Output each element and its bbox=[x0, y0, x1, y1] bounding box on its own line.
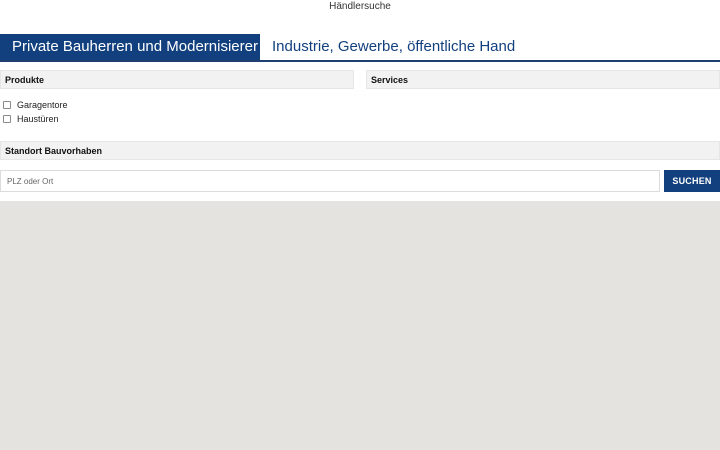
dealer-search-page: Händlersuche Private Bauherren und Moder… bbox=[0, 0, 720, 450]
tab-private-builders[interactable]: Private Bauherren und Modernisierer bbox=[0, 34, 260, 60]
tab-industry-commercial[interactable]: Industrie, Gewerbe, öffentliche Hand bbox=[272, 34, 515, 60]
garage-doors-checkbox[interactable] bbox=[3, 101, 11, 109]
product-option-front-doors[interactable]: Haustüren bbox=[3, 113, 59, 125]
services-heading: Services bbox=[366, 70, 720, 89]
garage-doors-label: Garagentore bbox=[17, 100, 68, 110]
front-doors-label: Haustüren bbox=[17, 114, 59, 124]
page-title: Händlersuche bbox=[329, 1, 391, 12]
products-heading: Produkte bbox=[0, 70, 354, 89]
map-area[interactable] bbox=[0, 201, 720, 450]
location-search-input[interactable] bbox=[0, 170, 660, 192]
product-option-garage-doors[interactable]: Garagentore bbox=[3, 99, 68, 111]
front-doors-checkbox[interactable] bbox=[3, 115, 11, 123]
location-heading: Standort Bauvorhaben bbox=[0, 141, 720, 160]
customer-type-tabs: Private Bauherren und Modernisierer Indu… bbox=[0, 34, 720, 62]
search-button[interactable]: SUCHEN bbox=[664, 170, 720, 192]
